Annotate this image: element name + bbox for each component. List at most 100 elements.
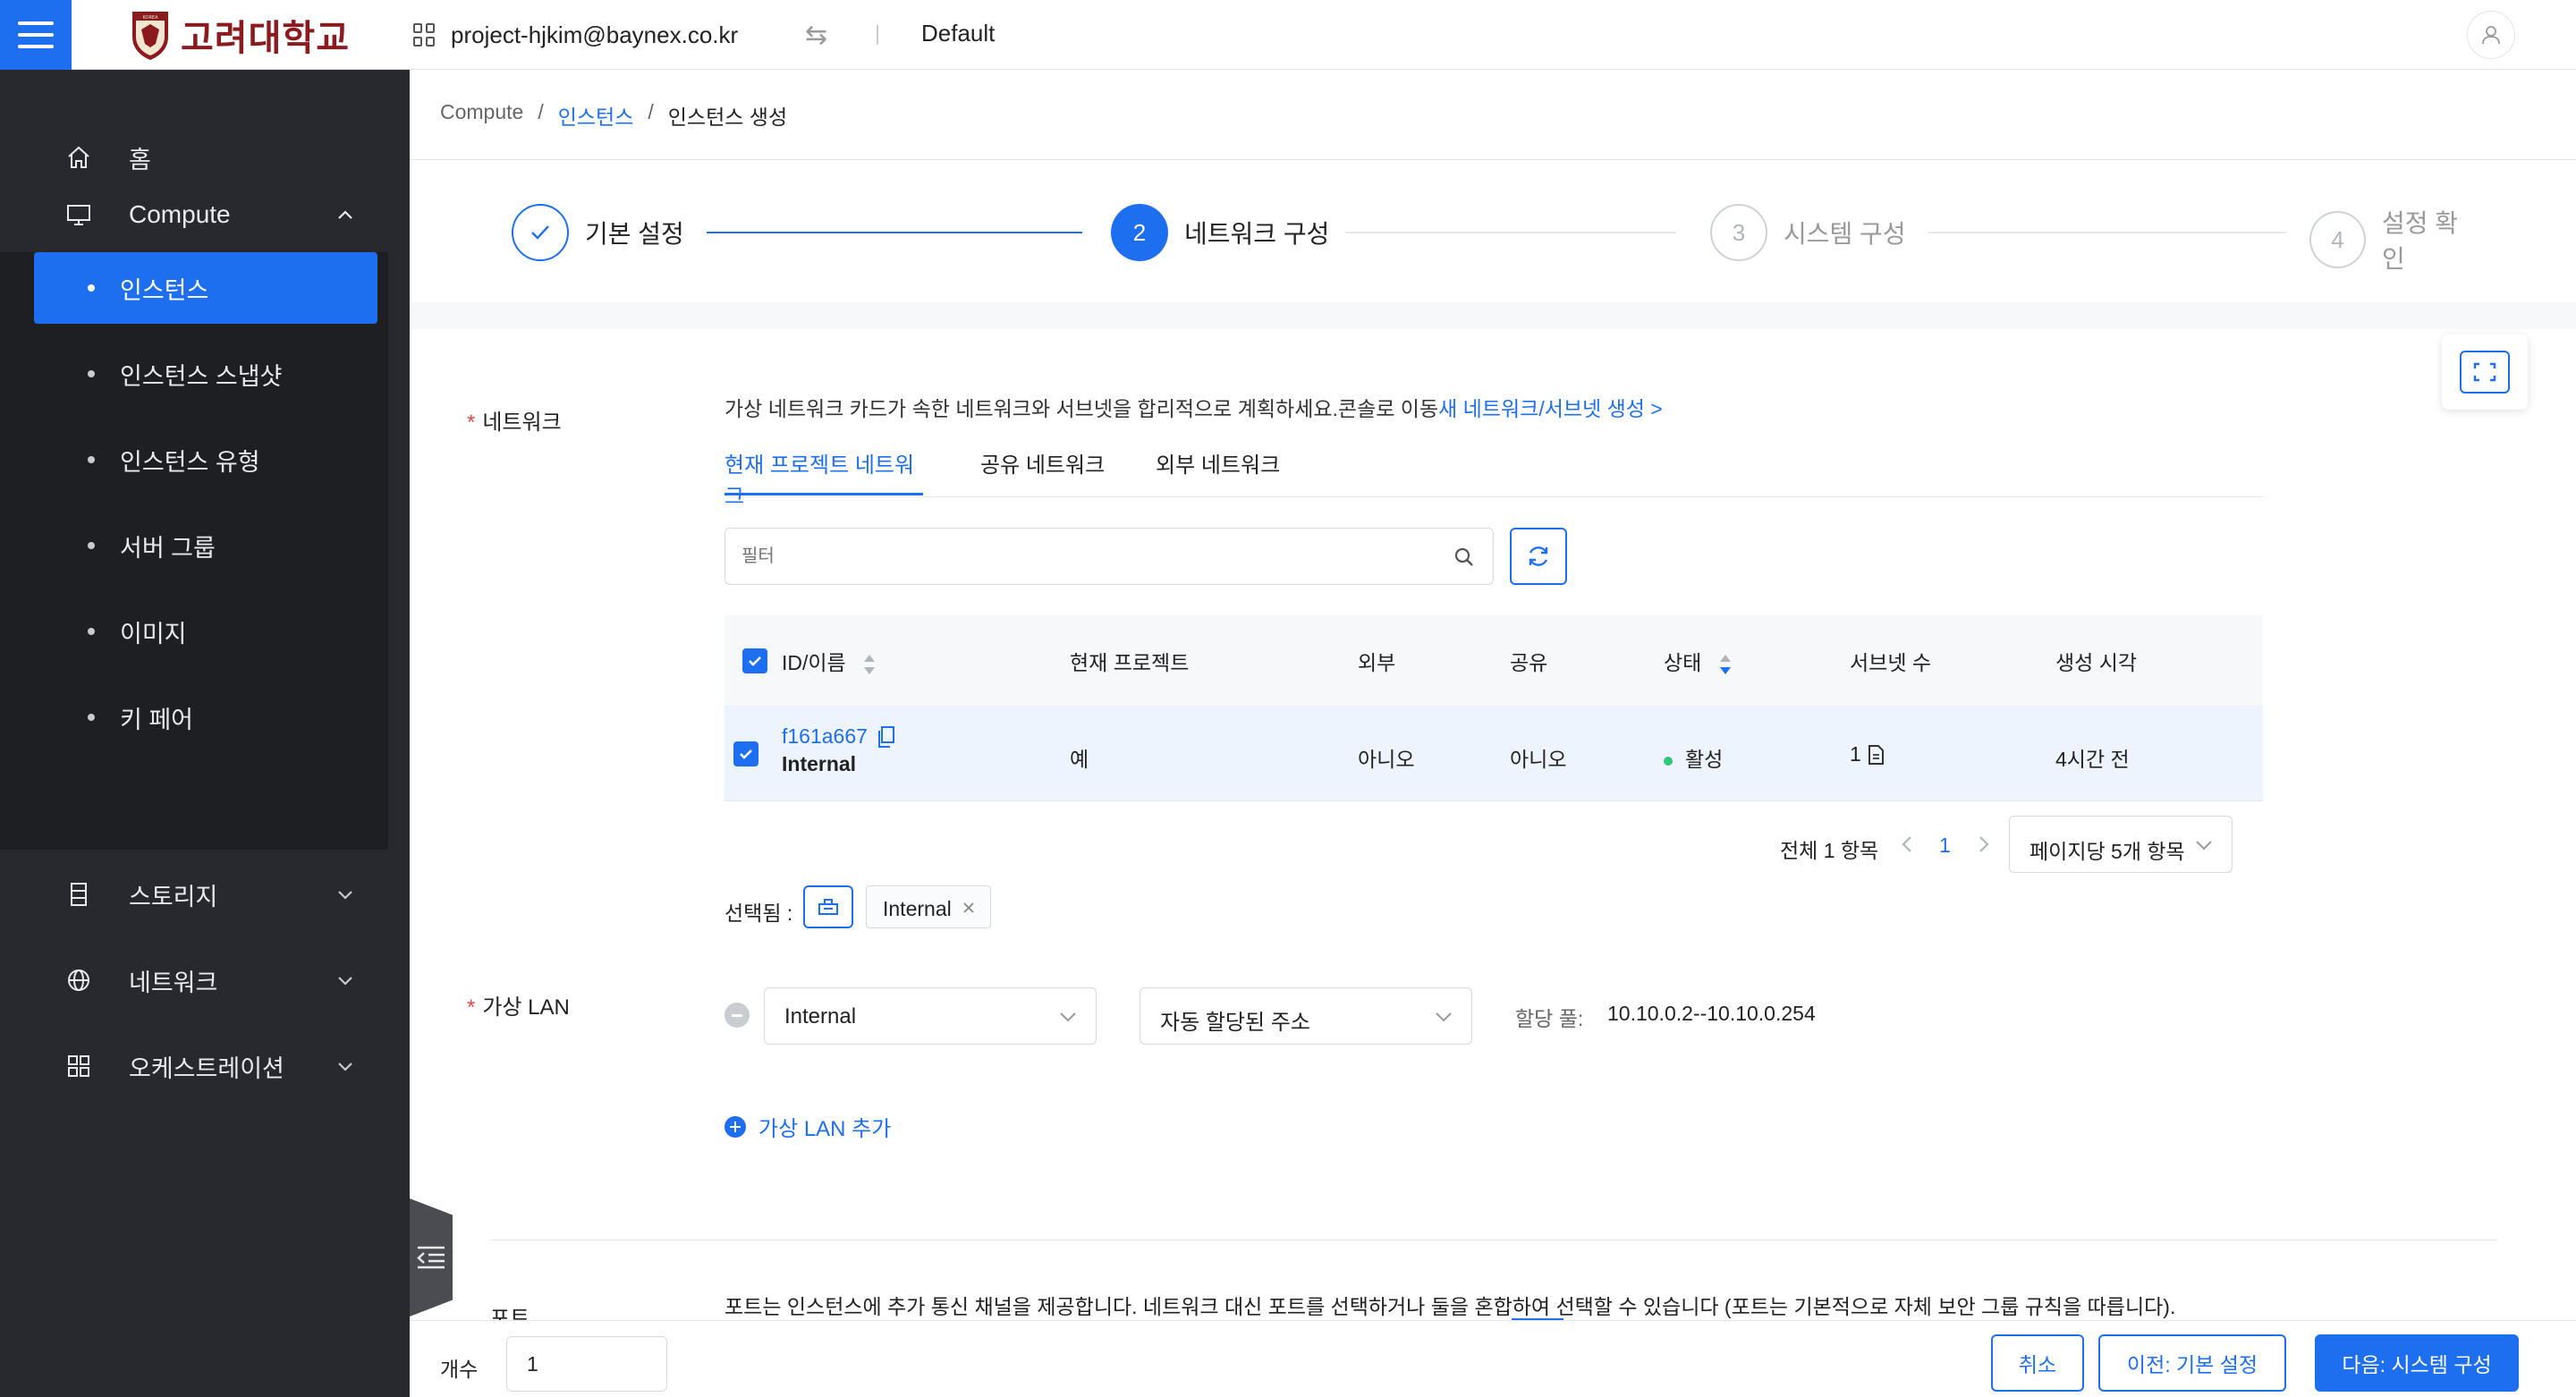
column-header-shared: 공유 bbox=[1510, 651, 1548, 674]
user-avatar[interactable] bbox=[2467, 11, 2515, 59]
cell-id-name: f161a667 Internal bbox=[782, 724, 896, 776]
sidebar-item-label: 키 페어 bbox=[120, 706, 194, 733]
sidebar-item-instance-types[interactable]: 인스턴스 유형 bbox=[34, 424, 377, 495]
sidebar-collapse-button[interactable] bbox=[410, 1198, 453, 1317]
network-id-link[interactable]: f161a667 bbox=[782, 724, 868, 749]
sidebar-item-storage[interactable]: 스토리지 bbox=[0, 853, 410, 936]
storage-icon bbox=[64, 880, 93, 909]
project-selector[interactable]: project-hjkim@baynex.co.kr bbox=[413, 16, 738, 54]
refresh-button[interactable] bbox=[1510, 528, 1567, 585]
vlan-network-select[interactable]: Internal bbox=[764, 987, 1097, 1045]
step-label: 시스템 구성 bbox=[1784, 220, 1906, 248]
column-header-id-name[interactable]: ID/이름 bbox=[782, 646, 877, 676]
previous-step-button[interactable]: 이전: 기본 설정 bbox=[2098, 1334, 2286, 1392]
chevron-down-icon bbox=[2196, 841, 2212, 851]
close-icon[interactable] bbox=[960, 899, 978, 917]
switch-arrows-icon[interactable]: ⇆ bbox=[805, 20, 827, 51]
network-label-text: 네트워크 bbox=[482, 411, 562, 435]
region-selector[interactable]: Default bbox=[921, 20, 995, 47]
cell-external: 아니오 bbox=[1358, 748, 1415, 771]
status-text: 활성 bbox=[1685, 748, 1724, 771]
chevron-down-icon bbox=[338, 977, 352, 986]
select-all-checkbox[interactable] bbox=[742, 648, 767, 673]
monitor-icon bbox=[64, 200, 93, 229]
column-header-current-project: 현재 프로젝트 bbox=[1070, 651, 1190, 674]
menu-toggle-button[interactable] bbox=[0, 0, 72, 70]
sidebar-item-key-pairs[interactable]: 키 페어 bbox=[34, 682, 377, 753]
cell-current-project: 예 bbox=[1070, 748, 1089, 771]
cell-subnets: 1 bbox=[1850, 742, 1885, 766]
breadcrumb-current: 인스턴스 생성 bbox=[667, 106, 788, 129]
step-connector bbox=[1345, 232, 1676, 233]
header-divider bbox=[877, 25, 878, 45]
column-header-subnets: 서브넷 수 bbox=[1850, 651, 1932, 674]
vlan-address-select[interactable]: 자동 할당된 주소 bbox=[1140, 987, 1472, 1045]
wizard-steps: 기본 설정 2 네트워크 구성 3 시스템 구성 4 설정 확인 bbox=[512, 204, 2479, 273]
sidebar-item-server-groups[interactable]: 서버 그룹 bbox=[34, 510, 377, 581]
compute-submenu: 인스턴스 인스턴스 스냅샷 인스턴스 유형 서버 그룹 이미지 키 페어 bbox=[0, 252, 388, 850]
chevron-right-icon[interactable] bbox=[1973, 832, 1995, 857]
count-input[interactable] bbox=[506, 1336, 667, 1392]
column-header-status[interactable]: 상태 bbox=[1664, 646, 1733, 676]
page-size-select[interactable]: 페이지당 5개 항목 bbox=[2009, 816, 2233, 873]
bullet-icon bbox=[88, 714, 95, 721]
search-icon[interactable] bbox=[1452, 545, 1477, 570]
sidebar-item-orchestration[interactable]: 오케스트레이션 bbox=[0, 1025, 410, 1107]
sidebar-item-label: 홈 bbox=[129, 146, 151, 174]
breadcrumb-root[interactable]: Compute bbox=[440, 100, 523, 131]
tab-external-network[interactable]: 외부 네트워크 bbox=[1156, 447, 1280, 495]
sidebar-item-instances[interactable]: 인스턴스 bbox=[34, 252, 377, 324]
page-number[interactable]: 1 bbox=[1939, 834, 1951, 858]
university-logo[interactable]: KOREA 고려대학교 bbox=[129, 7, 350, 63]
network-name: Internal bbox=[782, 752, 857, 775]
step-confirm[interactable]: 4 설정 확인 bbox=[2309, 204, 2479, 275]
network-description: 가상 네트워크 카드가 속한 네트워크와 서브넷을 합리적으로 계획하세요.콘솔… bbox=[724, 392, 1663, 422]
sidebar-item-compute[interactable]: Compute bbox=[0, 174, 410, 256]
bullet-icon bbox=[88, 456, 95, 463]
sidebar-item-label: 스토리지 bbox=[129, 883, 218, 910]
create-network-link[interactable]: 새 네트워크/서브넷 생성 > bbox=[1438, 397, 1663, 420]
copy-icon[interactable] bbox=[877, 725, 896, 749]
sidebar-item-instance-snapshots[interactable]: 인스턴스 스냅샷 bbox=[34, 338, 377, 410]
next-step-button[interactable]: 다음: 시스템 구성 bbox=[2315, 1334, 2519, 1392]
pool-label: 할당 풀: bbox=[1515, 1007, 1584, 1030]
sidebar-item-label: 인스턴스 스냅샷 bbox=[120, 362, 283, 390]
row-checkbox[interactable] bbox=[733, 741, 758, 766]
remove-vlan-button[interactable] bbox=[724, 1003, 750, 1028]
sidebar: 홈 Compute 인스턴스 인스턴스 스냅샷 인스턴스 유형 서버 그룹 이미… bbox=[0, 70, 410, 1397]
svg-text:KOREA: KOREA bbox=[143, 15, 159, 21]
bullet-icon bbox=[88, 284, 95, 292]
plus-circle-icon bbox=[724, 1115, 746, 1138]
sidebar-item-network[interactable]: 네트워크 bbox=[0, 939, 410, 1021]
filter-input[interactable] bbox=[741, 541, 1439, 572]
sidebar-item-images[interactable]: 이미지 bbox=[34, 596, 377, 667]
step-connector bbox=[1928, 232, 2286, 233]
sidebar-item-label: 서버 그룹 bbox=[120, 534, 216, 562]
step-label: 설정 확인 bbox=[2382, 209, 2459, 273]
vlan-network-value: Internal bbox=[784, 1004, 857, 1029]
chevron-left-icon[interactable] bbox=[1896, 832, 1918, 857]
step-system-config[interactable]: 3 시스템 구성 bbox=[1710, 204, 1906, 261]
column-header-created: 생성 시각 bbox=[2055, 651, 2138, 674]
project-name: project-hjkim@baynex.co.kr bbox=[451, 21, 739, 48]
tab-shared-network[interactable]: 공유 네트워크 bbox=[980, 447, 1105, 495]
sidebar-item-label: 인스턴스 유형 bbox=[120, 448, 260, 476]
step-network-config[interactable]: 2 네트워크 구성 bbox=[1111, 204, 1329, 261]
subnet-count: 1 bbox=[1850, 742, 1861, 766]
table-row[interactable]: f161a667 Internal 예 아니오 아니오 활성 1 4시간 전 bbox=[724, 707, 2263, 801]
sort-icon bbox=[864, 654, 876, 674]
tab-current-project-network[interactable]: 현재 프로젝트 네트워크 bbox=[724, 447, 923, 509]
fullscreen-button[interactable] bbox=[2442, 334, 2528, 410]
network-field-label: * 네트워크 bbox=[467, 404, 562, 436]
chevron-up-icon bbox=[338, 210, 352, 219]
top-bar: KOREA 고려대학교 project-hjkim@baynex.co.kr ⇆… bbox=[0, 0, 2576, 70]
step-basic-settings[interactable]: 기본 설정 bbox=[512, 204, 684, 261]
network-tabs: 현재 프로젝트 네트워크 공유 네트워크 외부 네트워크 bbox=[724, 444, 2263, 509]
document-icon[interactable] bbox=[1867, 744, 1885, 766]
cancel-button[interactable]: 취소 bbox=[1991, 1334, 2084, 1392]
add-vlan-button[interactable]: 가상 LAN 추가 bbox=[724, 1111, 891, 1142]
step-number: 4 bbox=[2309, 211, 2366, 268]
check-icon bbox=[749, 656, 761, 666]
breadcrumb-instances-link[interactable]: 인스턴스 bbox=[558, 100, 634, 131]
refresh-icon bbox=[1529, 546, 1548, 566]
